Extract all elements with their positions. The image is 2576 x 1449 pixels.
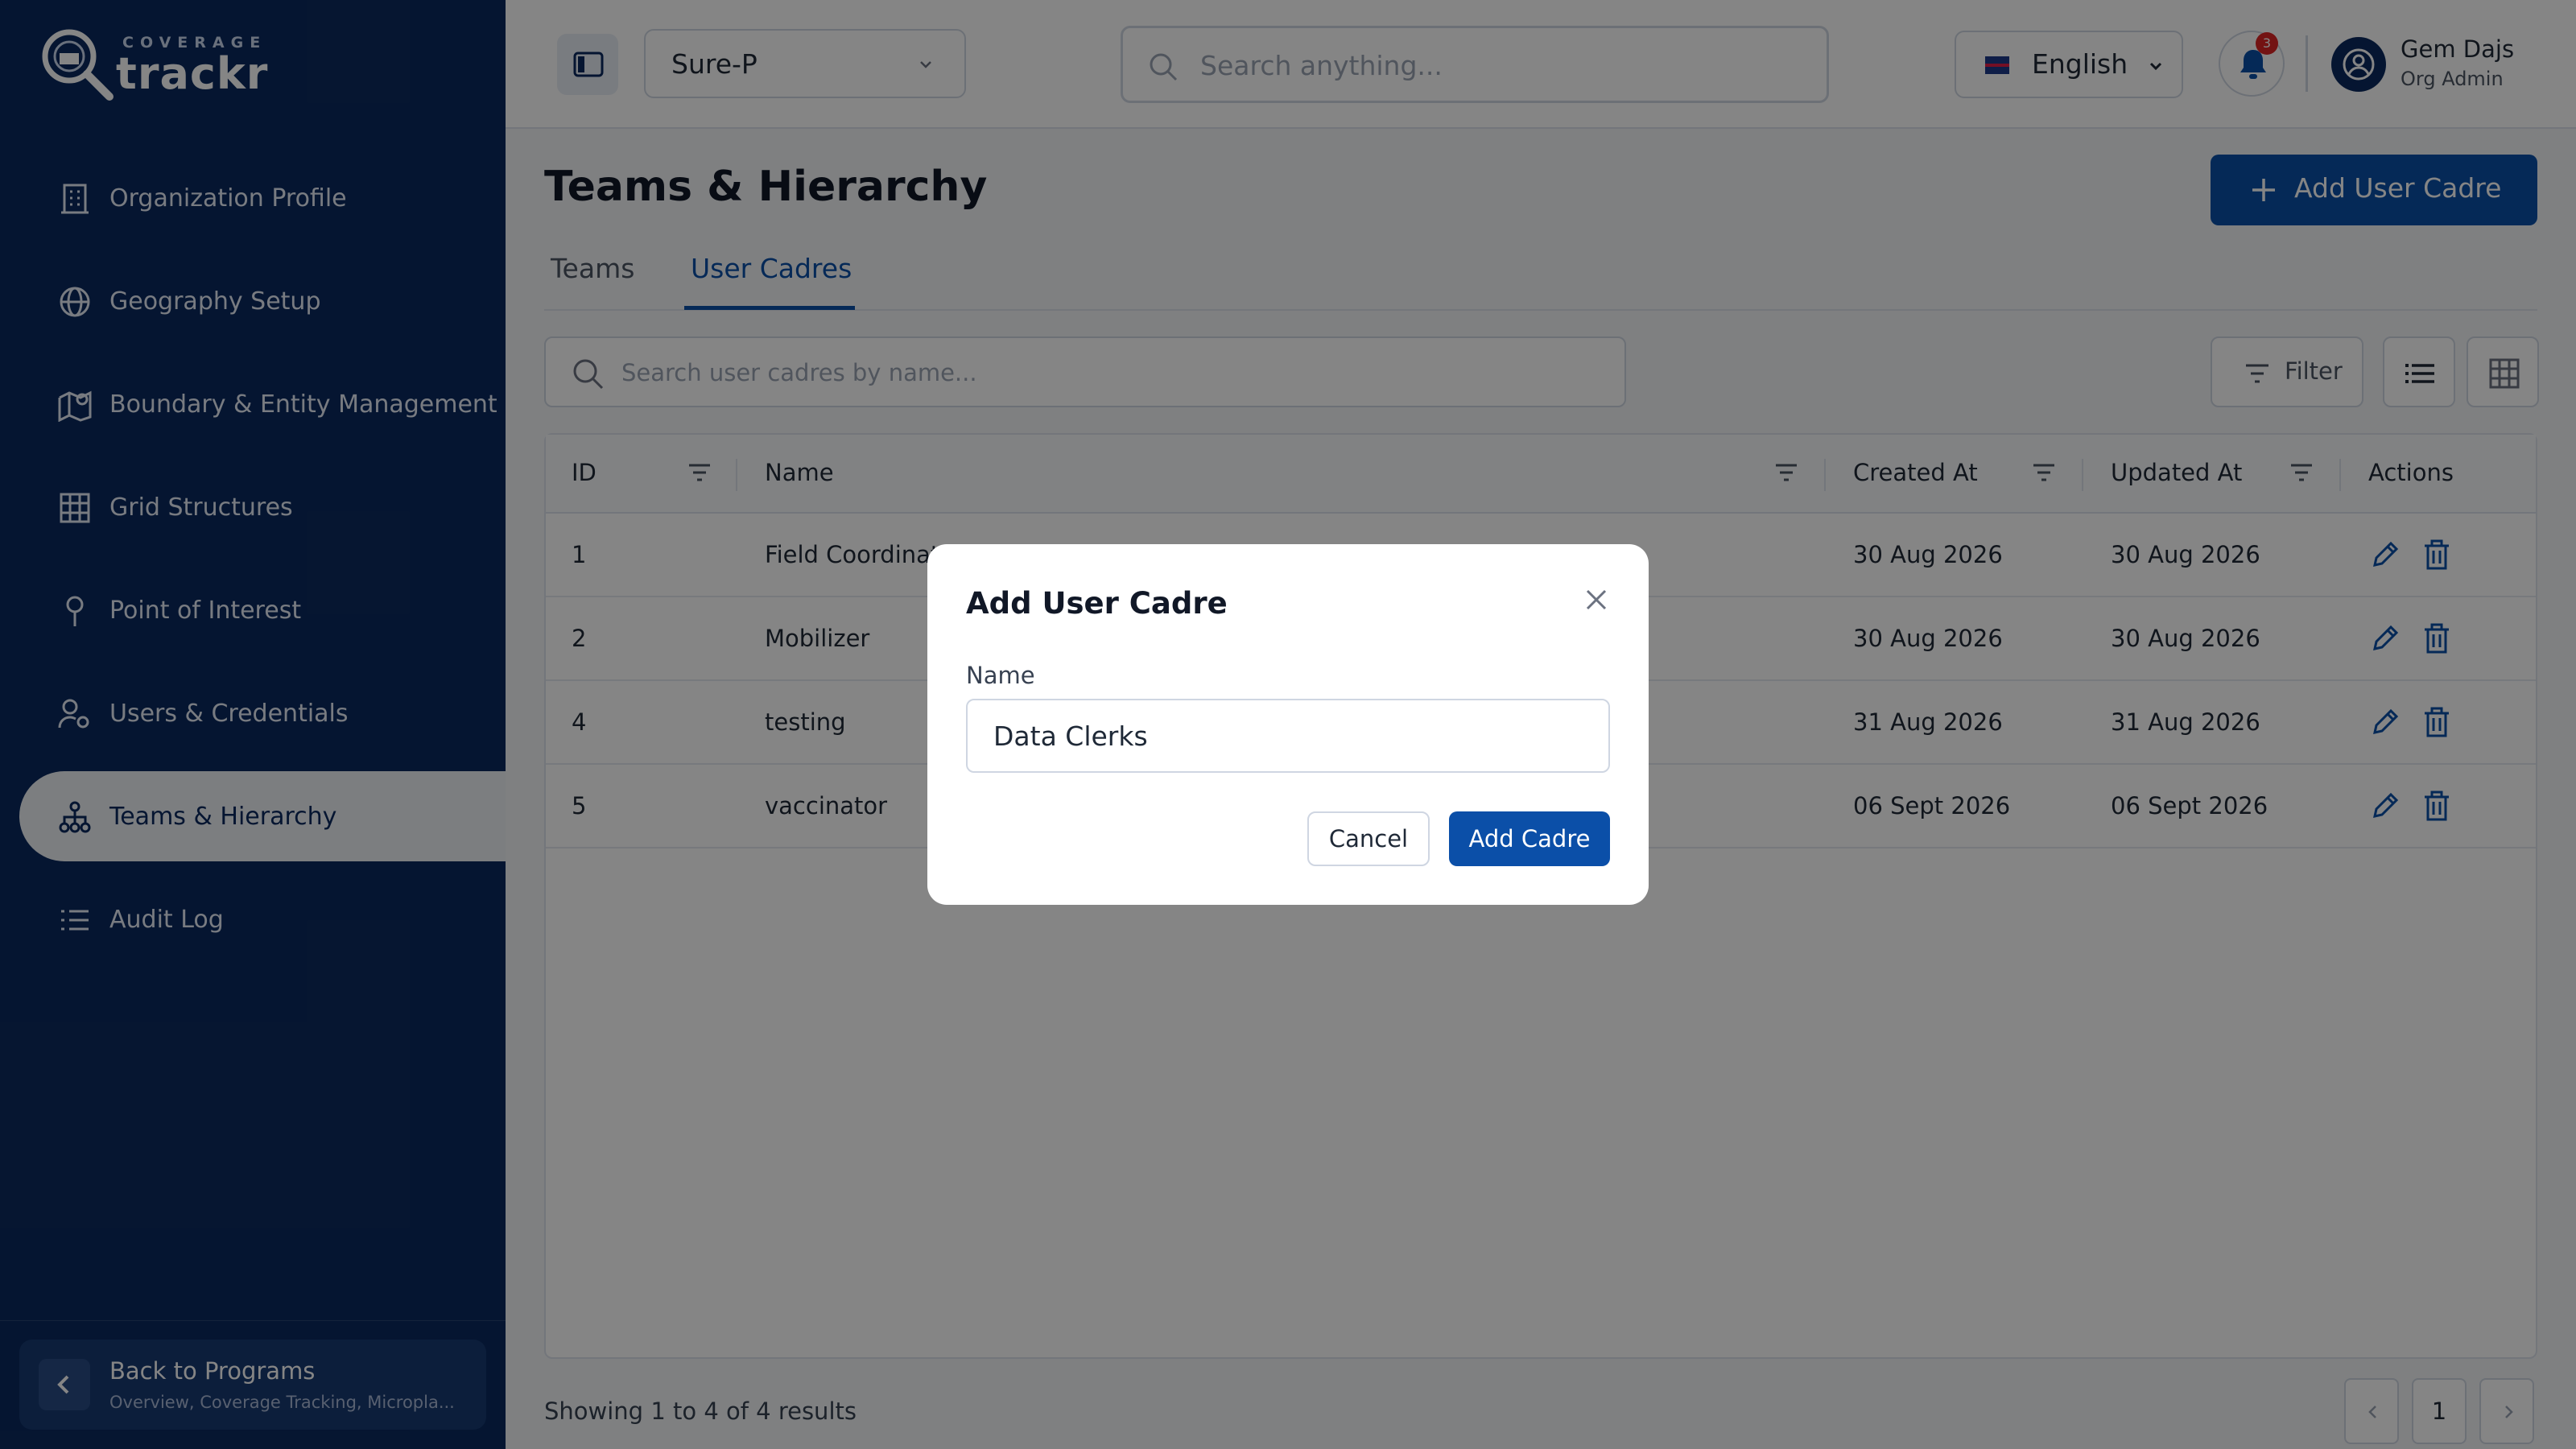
- name-field-label: Name: [966, 662, 1035, 689]
- cancel-button[interactable]: Cancel: [1307, 811, 1430, 866]
- dialog-title: Add User Cadre: [966, 586, 1228, 621]
- close-icon[interactable]: [1578, 581, 1615, 618]
- add-cadre-button[interactable]: Add Cadre: [1449, 811, 1610, 866]
- add-user-cadre-dialog: Add User Cadre Name Cancel Add Cadre: [927, 544, 1649, 905]
- name-field[interactable]: [966, 699, 1610, 773]
